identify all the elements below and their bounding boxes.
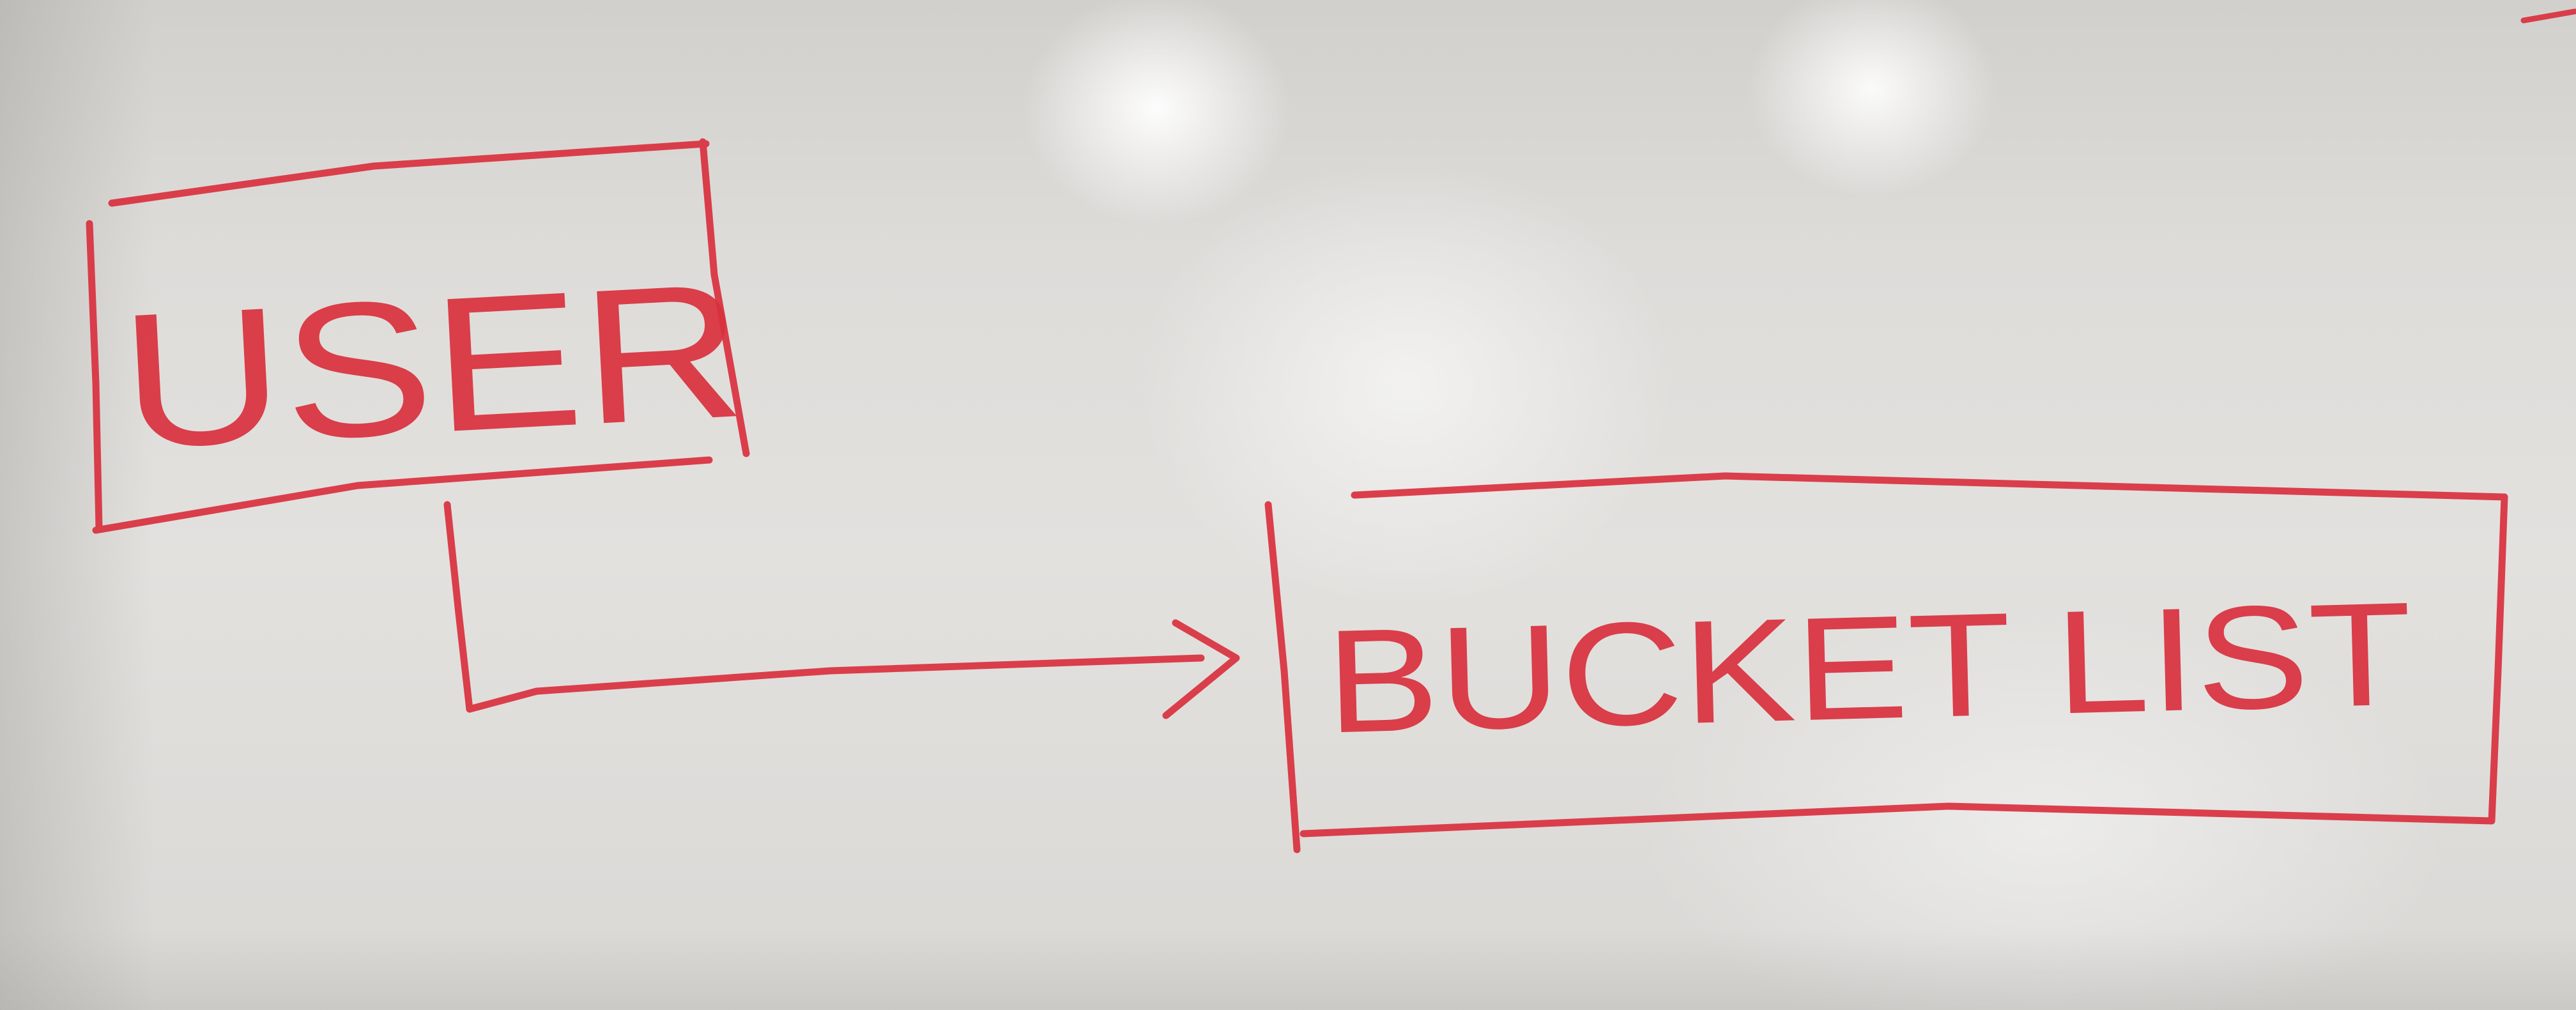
user-node-label: USER [116, 242, 749, 489]
whiteboard: USER BUCKET LIST [0, 0, 2576, 1010]
bucket-list-node-label: BUCKET LIST [1324, 571, 2414, 763]
connector-arrowhead [1162, 619, 1240, 719]
diagram-canvas: USER BUCKET LIST [86, 8, 2576, 853]
user-to-bucket-list-connector [443, 501, 1205, 713]
stray-marker-stroke [2520, 8, 2576, 24]
